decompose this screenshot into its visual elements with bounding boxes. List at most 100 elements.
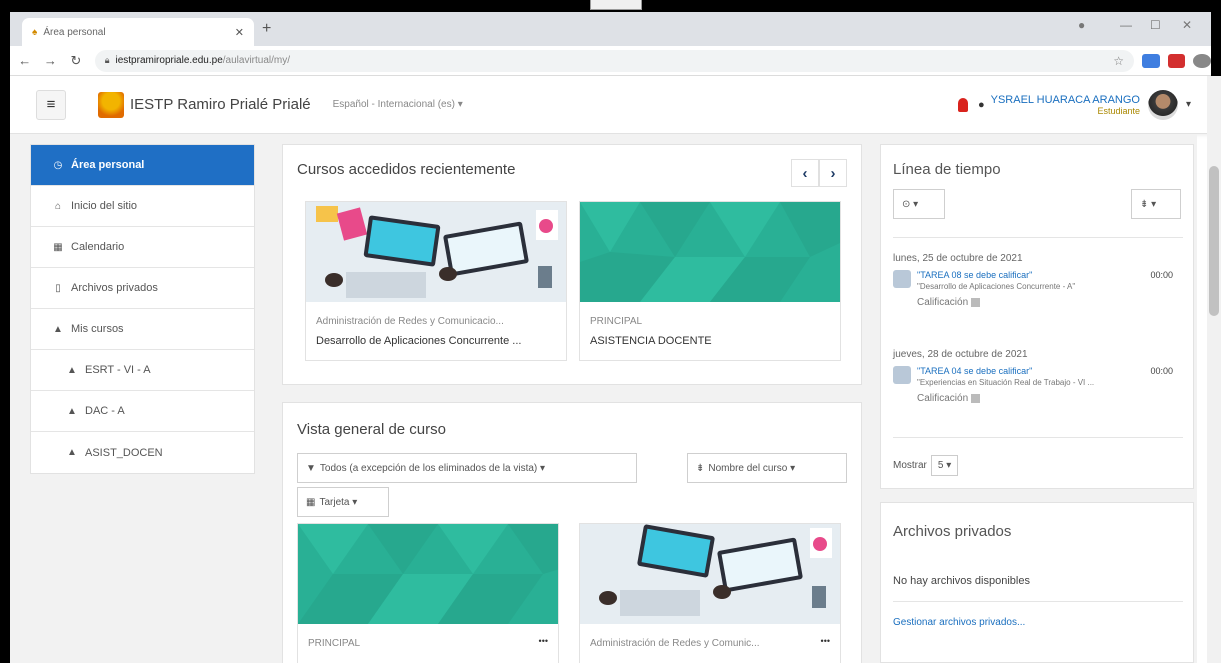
show-count-label: Mostrar	[893, 460, 927, 471]
sort-label: Nombre del curso ▾	[708, 462, 796, 474]
notification-bell-icon[interactable]	[957, 97, 968, 112]
course-image[interactable]	[298, 524, 558, 624]
event-course: "Desarrollo de Aplicaciones Concurrente …	[917, 282, 1076, 291]
drawer-item-label: DAC - A	[85, 405, 125, 417]
close-tab-icon[interactable]: ✕	[235, 26, 244, 39]
course-image[interactable]	[580, 202, 840, 302]
event-name-link[interactable]: "TAREA 04 se debe calificar"	[917, 366, 1143, 376]
screen-notch	[590, 0, 642, 10]
course-card[interactable]: PRINCIPAL ASISTENCIA DOCENTE	[579, 201, 841, 361]
course-image[interactable]	[580, 524, 840, 624]
site-logo[interactable]	[98, 91, 124, 118]
extension-icon[interactable]	[1167, 53, 1186, 68]
timeline-event: jueves, 28 de octubre de 2021 "TAREA 04 …	[893, 349, 1173, 404]
account-avatar-icon[interactable]	[1193, 53, 1211, 68]
course-menu-icon[interactable]: •••	[539, 624, 548, 649]
user-role: Estudiante	[1097, 105, 1140, 116]
course-card[interactable]: Administración de Redes y Comunicacio...…	[305, 201, 567, 361]
timeline-title: Línea de tiempo	[893, 161, 1001, 178]
hamburger-icon: ≡	[46, 96, 56, 113]
drawer-item-course[interactable]: ▲ ESRT - VI - A	[31, 350, 254, 391]
laptop-illustration-icon	[306, 202, 566, 302]
chevron-right-icon: ›	[830, 164, 836, 182]
course-name[interactable]: Desarrollo de Aplicaciones Concurrente .…	[306, 327, 566, 347]
page-scrollbar[interactable]	[1207, 76, 1221, 663]
profile-icon[interactable]: ●	[1078, 18, 1085, 32]
private-files-block: Archivos privados No hay archivos dispon…	[880, 502, 1194, 663]
drawer-item-calendar[interactable]: ▦ Calendario	[31, 227, 254, 268]
drawer-item-label: Área personal	[71, 159, 145, 171]
assignment-icon	[893, 366, 911, 384]
address-bar: ← → ↻ 🔒︎ iestpramiropriale.edu.pe /aulav…	[10, 46, 1211, 76]
maximize-icon[interactable]: ☐	[1150, 18, 1161, 32]
url-path: /aulavirtual/my/	[222, 55, 291, 66]
course-menu-icon[interactable]: •••	[821, 624, 830, 649]
chat-icon[interactable]: ●	[978, 99, 985, 111]
graduation-cap-icon: ▲	[67, 405, 77, 417]
avatar[interactable]	[1147, 89, 1178, 120]
sort-dropdown[interactable]: ⇟ Nombre del curso ▾	[687, 453, 847, 483]
previous-button[interactable]: ‹	[791, 159, 819, 187]
event-action-link[interactable]: Calificación	[917, 297, 1173, 308]
next-button[interactable]: ›	[819, 159, 847, 187]
drawer-item-site-home[interactable]: ⌂ Inicio del sitio	[31, 186, 254, 227]
extension-icon[interactable]	[1142, 53, 1160, 68]
site-name[interactable]: IESTP Ramiro Prialé Prialé	[130, 96, 311, 113]
user-menu[interactable]: YSRAEL HUARACA ARANGO Estudiante	[991, 94, 1140, 116]
private-files-title: Archivos privados	[893, 523, 1012, 540]
drawer-item-dashboard[interactable]: ◷ Área personal	[31, 145, 254, 186]
drawer-item-label: ASIST_DOCEN	[85, 446, 163, 459]
drawer-item-label: Calendario	[71, 241, 125, 253]
sort-icon: ⇟	[696, 462, 705, 474]
graduation-cap-icon: ▲	[53, 323, 63, 335]
course-name[interactable]: ASISTENCIA DOCENTE	[580, 327, 840, 347]
url-input[interactable]: 🔒︎ iestpramiropriale.edu.pe /aulavirtual…	[94, 49, 1135, 72]
course-card[interactable]: Administración de Redes y Comunic... •••	[579, 523, 841, 663]
timeline-sort-dropdown[interactable]: ⇟ ▾	[1131, 189, 1181, 219]
lock-icon[interactable]: 🔒︎	[105, 55, 110, 66]
view-dropdown[interactable]: ▦ Tarjeta ▾	[297, 487, 389, 517]
drawer-item-private-files[interactable]: ▯ Archivos privados	[31, 268, 254, 309]
view-label: Tarjeta ▾	[319, 496, 358, 508]
course-category: PRINCIPAL	[308, 638, 361, 649]
url-host: iestpramiropriale.edu.pe	[115, 55, 223, 66]
tab-title: Área personal	[43, 26, 106, 38]
divider	[893, 237, 1183, 238]
course-card[interactable]: PRINCIPAL •••	[297, 523, 559, 663]
show-count-dropdown[interactable]: 5 ▾	[930, 455, 959, 476]
drawer-item-course[interactable]: ▲ ASIST_DOCEN	[31, 432, 254, 473]
browser-tab[interactable]: ♠ Área personal ✕	[22, 18, 254, 46]
drawer-item-course[interactable]: ▲ DAC - A	[31, 391, 254, 432]
file-icon: ▯	[55, 282, 61, 294]
scrollbar-thumb[interactable]	[1209, 166, 1219, 316]
close-window-icon[interactable]: ✕	[1182, 18, 1192, 32]
new-tab-icon[interactable]: +	[262, 20, 271, 38]
course-image[interactable]	[306, 202, 566, 302]
event-name-link[interactable]: "TAREA 08 se debe calificar"	[917, 270, 1143, 280]
minimize-icon[interactable]: —	[1120, 18, 1132, 32]
divider	[893, 601, 1183, 602]
graduation-cap-icon: ▲	[67, 364, 77, 376]
reload-icon[interactable]: ↻	[65, 53, 87, 69]
manage-private-files-link[interactable]: Gestionar archivos privados...	[893, 617, 1025, 628]
tachometer-icon: ◷	[53, 159, 63, 171]
event-date: jueves, 28 de octubre de 2021	[893, 349, 1028, 360]
calendar-icon: ▦	[53, 241, 63, 253]
grouping-filter-label: Todos (a excepción de los eliminados de …	[319, 462, 546, 474]
event-date: lunes, 25 de octubre de 2021	[893, 253, 1023, 264]
user-name: YSRAEL HUARACA ARANGO	[990, 93, 1140, 106]
site-navbar: ≡ IESTP Ramiro Prialé Prialé Español - I…	[10, 76, 1211, 134]
event-time: 00:00	[1150, 270, 1173, 280]
language-selector[interactable]: Español - Internacional (es) ▾	[333, 99, 463, 110]
drawer-item-my-courses[interactable]: ▲ Mis cursos	[31, 309, 254, 350]
grouping-filter-dropdown[interactable]: ▼ Todos (a excepción de los eliminados d…	[297, 453, 637, 483]
chevron-down-icon[interactable]: ▾	[1186, 99, 1191, 110]
bookmark-star-icon[interactable]: ☆	[1113, 54, 1124, 68]
forward-icon[interactable]: →	[40, 53, 62, 68]
event-action-link[interactable]: Calificación	[917, 393, 1173, 404]
graduation-cap-icon: ▲	[67, 447, 77, 458]
menu-toggle-button[interactable]: ≡	[36, 89, 66, 120]
timeline-filter-dropdown[interactable]: ⊙ ▾	[893, 189, 945, 219]
back-icon[interactable]: ←	[14, 53, 36, 68]
filter-icon: ▼	[306, 462, 316, 474]
